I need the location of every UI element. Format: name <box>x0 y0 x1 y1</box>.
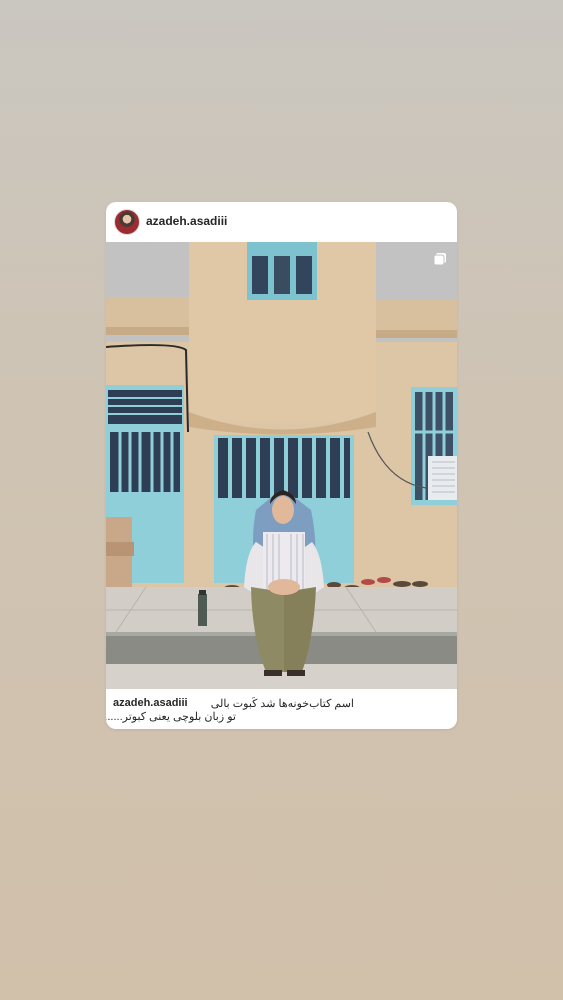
post-caption: azadeh.asadiii اسم کتاب‌خونه‌ها شد کَبوت… <box>106 689 457 729</box>
caption-text-line2: تو زبان بلوچی یعنی کبوتر...... <box>106 711 236 723</box>
shared-post-card[interactable]: azadeh.asadiii <box>106 202 457 729</box>
caption-username[interactable]: azadeh.asadiii <box>113 697 188 709</box>
post-username[interactable]: azadeh.asadiii <box>146 214 227 228</box>
post-photo[interactable] <box>106 242 457 689</box>
carousel-icon <box>433 253 446 266</box>
caption-text-line1: اسم کتاب‌خونه‌ها شد کَبوت بالی <box>210 698 354 710</box>
post-header[interactable]: azadeh.asadiii <box>106 202 457 242</box>
avatar[interactable] <box>114 209 140 235</box>
story-screen: { "post": { "username": "azadeh.asadiii"… <box>0 0 563 1000</box>
photo-illustration <box>106 242 457 689</box>
